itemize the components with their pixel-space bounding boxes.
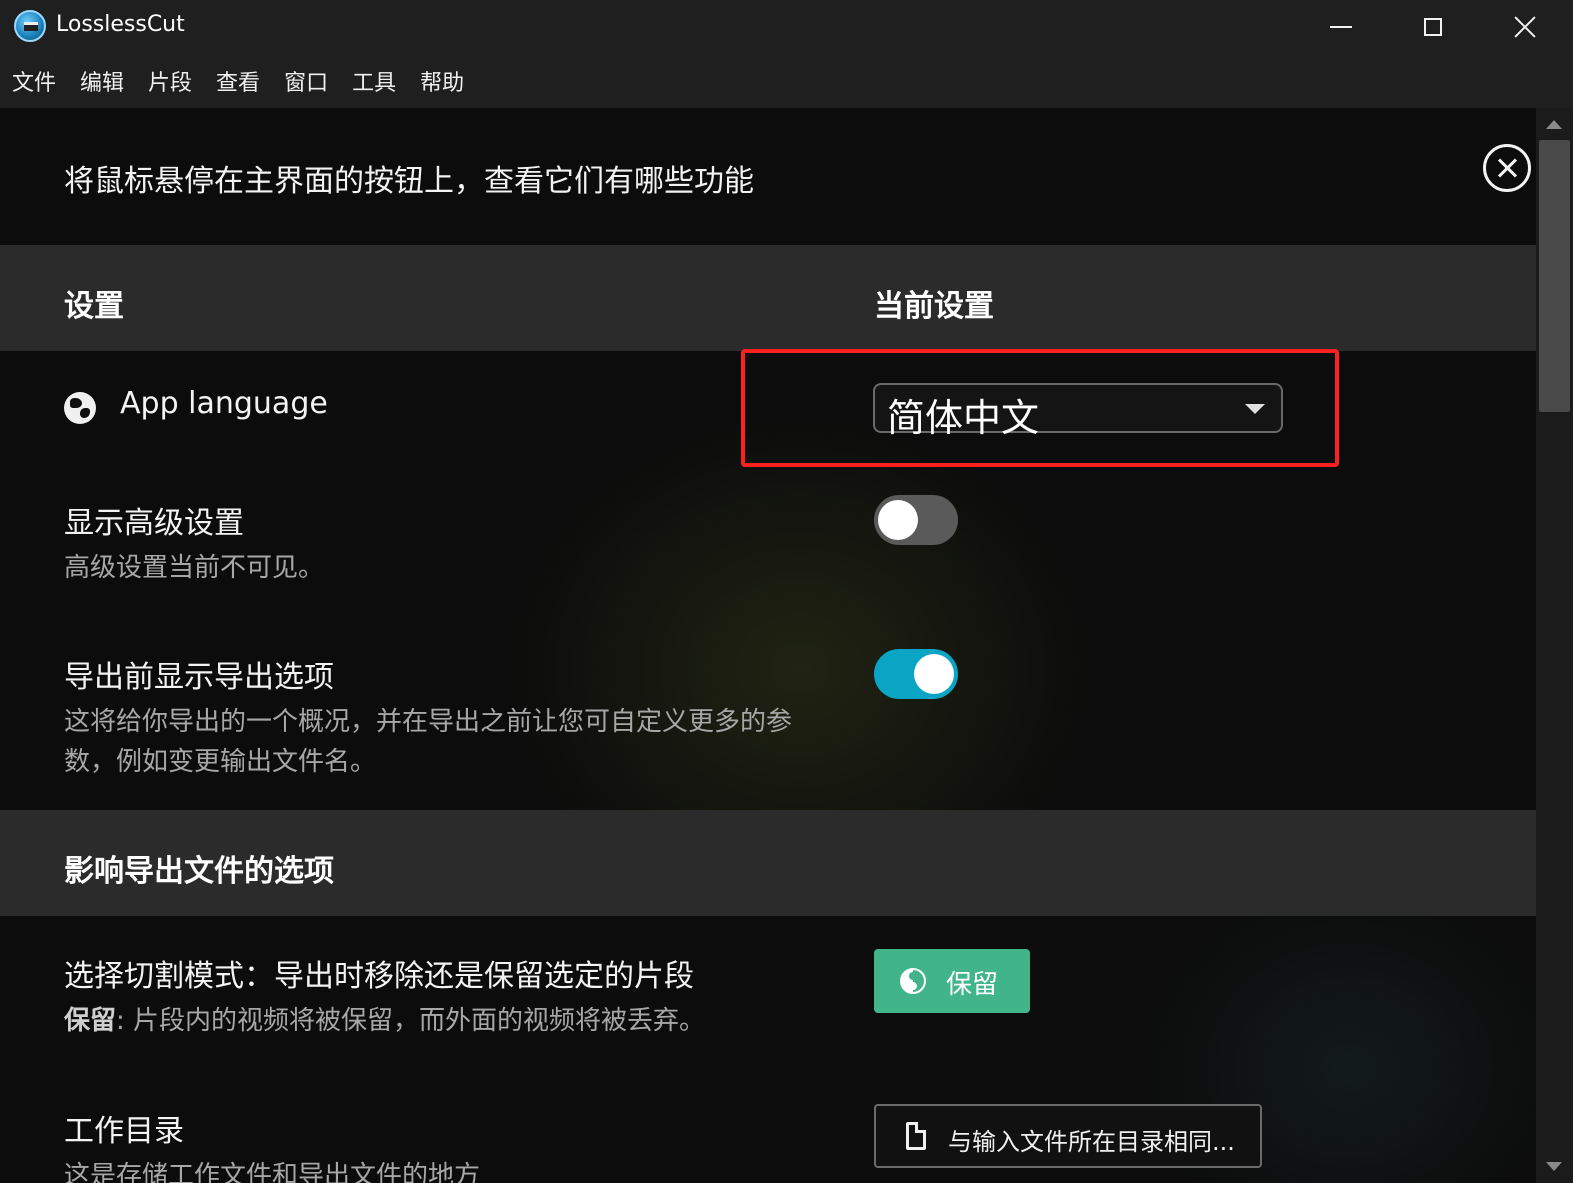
maximize-icon [1424,18,1442,36]
close-window-button[interactable] [1479,0,1571,54]
yin-yang-icon [900,968,926,994]
keep-mode-button[interactable]: 保留 [874,949,1030,1013]
minimize-button[interactable] [1295,0,1387,54]
lossless-cut-logo-icon [14,10,46,42]
vertical-scrollbar[interactable] [1536,108,1573,1183]
title-bar: LosslessCut [0,0,1573,54]
settings-panel: 将鼠标悬停在主界面的按钮上，查看它们有哪些功能 设置 当前设置 App lang… [0,108,1536,1183]
work-dir-button[interactable]: 与输入文件所在目录相同... [874,1104,1262,1168]
menu-window[interactable]: 窗口 [284,65,328,97]
scroll-down-arrow-icon[interactable] [1546,1162,1562,1171]
work-dir-desc: 这是存储工作文件和导出文件的地方 [64,1161,481,1183]
work-dir-title: 工作目录 [64,1114,184,1149]
advanced-settings-title: 显示高级设置 [64,506,244,541]
menu-edit[interactable]: 编辑 [80,65,124,97]
header-current-setting: 当前设置 [874,289,994,324]
highlight-box [741,349,1339,467]
export-file-options-header: 影响导出文件的选项 [0,810,1536,916]
menu-segments[interactable]: 片段 [148,65,192,97]
globe-icon [64,392,96,424]
menu-view[interactable]: 查看 [216,65,260,97]
maximize-button[interactable] [1387,0,1479,54]
minimize-icon [1330,26,1352,28]
menu-tools[interactable]: 工具 [352,65,396,97]
window-title: LosslessCut [56,12,185,37]
hover-hint-text: 将鼠标悬停在主界面的按钮上，查看它们有哪些功能 [64,164,754,199]
header-setting: 设置 [64,289,124,324]
advanced-settings-desc: 高级设置当前不可见。 [64,553,325,583]
cut-mode-desc: 保留: 片段内的视频将被保留，而外面的视频将被丢弃。 [64,1006,706,1036]
close-icon [1514,16,1536,38]
export-options-toggle[interactable] [874,649,958,699]
settings-table-header: 设置 当前设置 [0,245,1536,351]
export-options-desc: 这将给你导出的一个概况，并在导出之前让您可自定义更多的参数，例如变更输出文件名。 [64,707,793,777]
advanced-settings-toggle[interactable] [874,495,958,545]
keep-mode-label: 保留 [946,970,999,1000]
menu-help[interactable]: 帮助 [420,65,464,97]
cut-mode-title: 选择切割模式：导出时移除还是保留选定的片段 [64,959,694,994]
scroll-thumb[interactable] [1539,140,1570,412]
export-options-title: 导出前显示导出选项 [64,660,334,695]
file-icon [906,1122,926,1150]
menu-file[interactable]: 文件 [12,65,56,97]
menu-bar: 文件 编辑 片段 查看 窗口 工具 帮助 [0,54,1573,108]
section-export-file-options: 影响导出文件的选项 [64,854,334,889]
work-dir-label: 与输入文件所在目录相同... [948,1128,1235,1156]
scroll-up-arrow-icon[interactable] [1546,120,1562,129]
close-circle-icon[interactable] [1483,144,1531,192]
app-language-label: App language [120,386,328,421]
